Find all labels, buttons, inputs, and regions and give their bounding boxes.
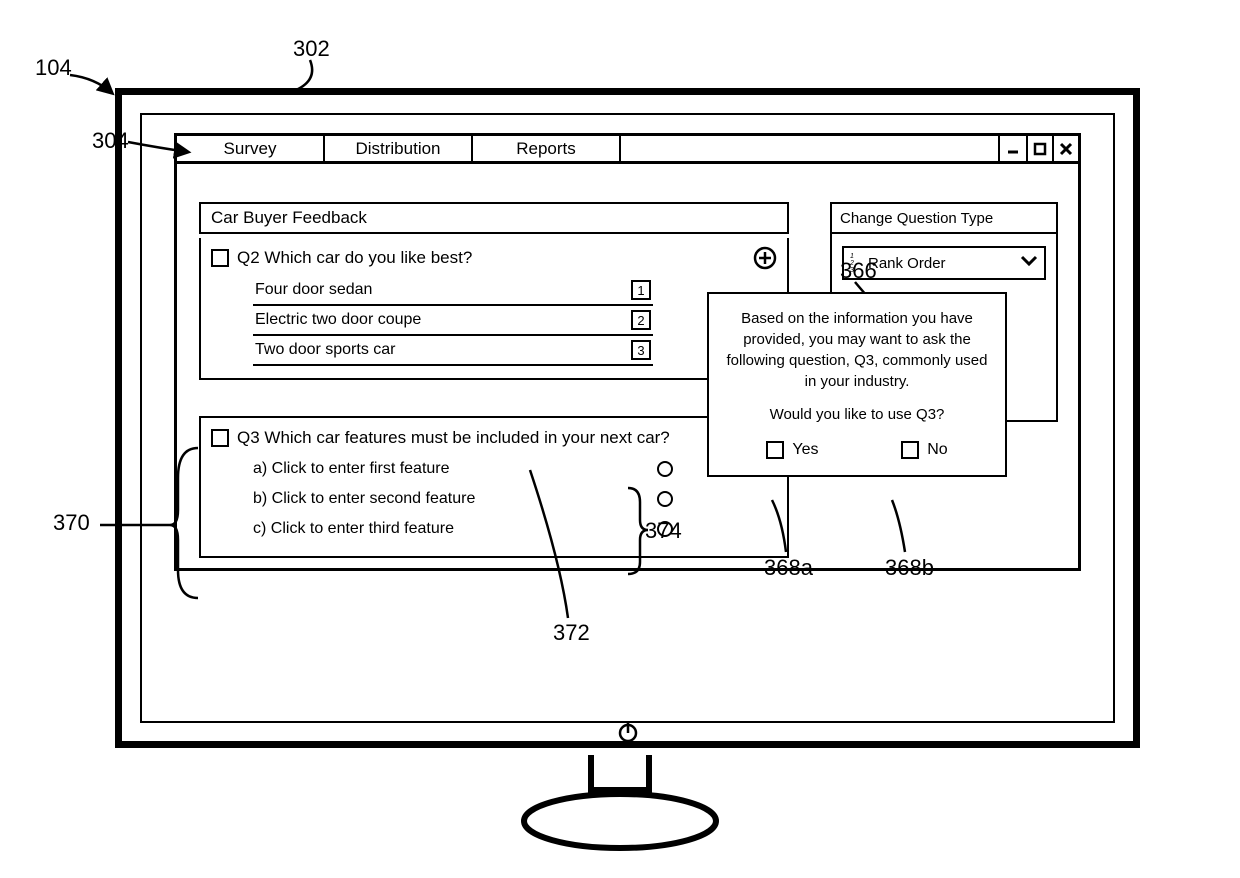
survey-title[interactable]: Car Buyer Feedback <box>199 202 789 234</box>
rank-badge: 3 <box>631 340 651 360</box>
q2-label[interactable]: Q2 Which car do you like best? <box>237 248 745 268</box>
popup-prompt: Would you like to use Q3? <box>725 406 989 423</box>
callout-302: 302 <box>293 36 330 62</box>
tab-bar: Survey Distribution Reports <box>177 136 1078 164</box>
app-window: Survey Distribution Reports Car Buyer Fe… <box>174 133 1081 571</box>
yes-label: Yes <box>792 441 818 459</box>
monitor-base <box>520 790 720 852</box>
callout-304: 304 <box>92 128 129 154</box>
q2-option[interactable]: Electric two door coupe 2 <box>253 306 653 336</box>
callout-372: 372 <box>553 620 590 646</box>
monitor-bezel: Survey Distribution Reports Car Buyer Fe… <box>115 88 1140 748</box>
q2-option-text: Four door sedan <box>255 281 372 299</box>
minimize-button[interactable] <box>1000 136 1026 161</box>
q2-option[interactable]: Two door sports car 3 <box>253 336 653 366</box>
yes-checkbox[interactable] <box>766 441 784 459</box>
callout-368b: 368b <box>885 555 934 581</box>
suggestion-popup: Based on the information you have provid… <box>707 292 1007 477</box>
no-checkbox[interactable] <box>901 441 919 459</box>
callout-366: 366 <box>840 258 877 284</box>
q3-option[interactable]: a) Click to enter first feature <box>253 454 673 484</box>
screen: Survey Distribution Reports Car Buyer Fe… <box>140 113 1115 723</box>
side-panel-title: Change Question Type <box>832 204 1056 234</box>
workspace: Car Buyer Feedback Q2 Which car do you l… <box>177 164 1078 568</box>
q2-options: Four door sedan 1 Electric two door coup… <box>253 276 777 366</box>
q2-option-text: Two door sports car <box>255 341 396 359</box>
q3-option-text: a) Click to enter first feature <box>253 460 450 478</box>
radio-icon[interactable] <box>657 491 673 507</box>
q3-option[interactable]: b) Click to enter second feature <box>253 484 673 514</box>
popup-no[interactable]: No <box>901 441 947 459</box>
power-icon <box>616 720 640 744</box>
q3-checkbox[interactable] <box>211 429 229 447</box>
rank-badge: 1 <box>631 280 651 300</box>
q3-option-text: c) Click to enter third feature <box>253 520 454 538</box>
tab-reports[interactable]: Reports <box>473 136 621 161</box>
question-q2: Q2 Which car do you like best? Four door… <box>199 238 789 380</box>
add-icon[interactable] <box>753 246 777 270</box>
tab-distribution[interactable]: Distribution <box>325 136 473 161</box>
close-button[interactable] <box>1052 136 1078 161</box>
dropdown-value: Rank Order <box>868 255 946 272</box>
q2-checkbox[interactable] <box>211 249 229 267</box>
tab-survey[interactable]: Survey <box>177 136 325 161</box>
tab-filler <box>621 136 998 161</box>
radio-icon[interactable] <box>657 461 673 477</box>
popup-body: Based on the information you have provid… <box>725 308 989 392</box>
chevron-down-icon <box>1020 254 1038 272</box>
callout-104: 104 <box>35 55 72 81</box>
q3-option[interactable]: c) Click to enter third feature <box>253 514 673 544</box>
callout-370: 370 <box>53 510 90 536</box>
q3-label[interactable]: Q3 Which car features must be included i… <box>237 428 777 448</box>
rank-badge: 2 <box>631 310 651 330</box>
callout-368a: 368a <box>764 555 813 581</box>
q2-option-text: Electric two door coupe <box>255 311 421 329</box>
q2-option[interactable]: Four door sedan 1 <box>253 276 653 306</box>
question-q3: Q3 Which car features must be included i… <box>199 416 789 558</box>
q3-options: a) Click to enter first feature b) Click… <box>253 454 777 544</box>
popup-yes[interactable]: Yes <box>766 441 818 459</box>
maximize-button[interactable] <box>1026 136 1052 161</box>
callout-374: 374 <box>645 518 682 544</box>
monitor-neck <box>588 755 652 793</box>
window-controls <box>998 136 1078 161</box>
no-label: No <box>927 441 947 459</box>
q3-option-text: b) Click to enter second feature <box>253 490 475 508</box>
